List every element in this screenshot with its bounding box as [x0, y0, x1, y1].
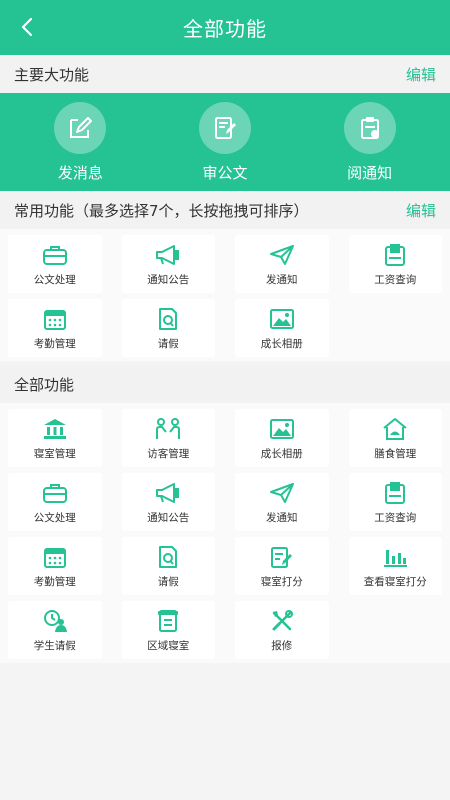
- main-item-label: 阅通知: [347, 163, 393, 182]
- main-section-header: 主要大功能 编辑: [0, 55, 450, 93]
- common-item-notice-board[interactable]: 通知公告: [121, 235, 215, 293]
- all-item-visitor-management[interactable]: 访客管理: [121, 409, 215, 467]
- item-label: 区域寝室: [147, 639, 190, 652]
- meal-house-icon: [383, 417, 407, 440]
- all-functions-grid-wrap: 寝室管理 访客管理 成长相册 膳食管理 公文处理 通知公告 发通知 工资查询 考…: [0, 403, 450, 663]
- send-message-circle: [54, 101, 107, 154]
- all-item-area-dorm[interactable]: 区域寝室: [121, 601, 215, 659]
- read-notice-icon: [360, 116, 379, 139]
- main-item-label: 审公文: [202, 163, 248, 182]
- repair-tools-icon: [272, 609, 293, 630]
- chevron-left-icon: [21, 17, 33, 37]
- leave-doc-icon: [159, 545, 178, 568]
- visitors-icon: [156, 417, 181, 439]
- item-label: 工资查询: [374, 511, 417, 524]
- top-bar: 全部功能: [0, 0, 450, 55]
- common-section-title: 常用功能（最多选择7个，长按拖拽可排序）: [14, 201, 309, 220]
- back-button[interactable]: [12, 12, 42, 42]
- item-label: 报修: [271, 639, 293, 652]
- student-clock-icon: [43, 609, 67, 632]
- all-item-student-leave[interactable]: 学生请假: [8, 601, 102, 659]
- common-item-salary-query[interactable]: 工资查询: [348, 235, 442, 293]
- item-label: 工资查询: [374, 273, 417, 286]
- item-label: 公文处理: [33, 273, 76, 286]
- item-label: 成长相册: [260, 337, 303, 350]
- common-item-doc-processing[interactable]: 公文处理: [8, 235, 102, 293]
- building-icon: [43, 418, 66, 439]
- all-item-notice-board[interactable]: 通知公告: [121, 473, 215, 531]
- main-item-review-doc[interactable]: 审公文: [170, 101, 280, 183]
- calendar-icon: [43, 309, 66, 330]
- item-label: 发通知: [266, 511, 298, 524]
- all-section-title: 全部功能: [14, 375, 75, 394]
- all-item-dorm-scoring[interactable]: 寝室打分: [235, 537, 329, 595]
- briefcase-icon: [42, 483, 67, 503]
- item-label: 访客管理: [147, 447, 190, 460]
- main-edit-button[interactable]: 编辑: [406, 64, 436, 85]
- edit-message-icon: [70, 116, 93, 138]
- briefcase-icon: [42, 245, 67, 265]
- all-item-view-dorm-scores[interactable]: 查看寝室打分: [348, 537, 442, 595]
- item-label: 成长相册: [260, 447, 303, 460]
- review-doc-icon: [214, 116, 236, 139]
- paper-plane-icon: [269, 482, 294, 503]
- paper-plane-icon: [269, 244, 294, 265]
- item-label: 考勤管理: [33, 575, 76, 588]
- payslip-icon: [385, 481, 406, 504]
- common-item-send-notice[interactable]: 发通知: [235, 235, 329, 293]
- item-label: 考勤管理: [33, 337, 76, 350]
- common-item-growth-album[interactable]: 成长相册: [235, 299, 329, 357]
- photo-album-icon: [269, 418, 294, 439]
- payslip-icon: [385, 243, 406, 266]
- all-section-header: 全部功能: [0, 365, 450, 403]
- item-label: 寝室管理: [33, 447, 76, 460]
- all-item-attendance[interactable]: 考勤管理: [8, 537, 102, 595]
- all-item-leave[interactable]: 请假: [121, 537, 215, 595]
- common-item-attendance[interactable]: 考勤管理: [8, 299, 102, 357]
- read-notice-circle: [343, 101, 396, 154]
- common-edit-button[interactable]: 编辑: [406, 200, 436, 221]
- all-item-meal-management[interactable]: 膳食管理: [348, 409, 442, 467]
- main-item-read-notice[interactable]: 阅通知: [315, 101, 425, 183]
- bar-chart-icon: [384, 549, 408, 567]
- item-label: 请假: [157, 575, 179, 588]
- common-functions-grid: 公文处理 通知公告 发通知 工资查询 考勤管理 请假 成长相册: [8, 235, 442, 357]
- item-label: 膳食管理: [374, 447, 417, 460]
- item-label: 寝室打分: [260, 575, 303, 588]
- all-item-salary-query[interactable]: 工资查询: [348, 473, 442, 531]
- score-pen-icon: [270, 546, 292, 568]
- common-functions-grid-wrap: 公文处理 通知公告 发通知 工资查询 考勤管理 请假 成长相册: [0, 229, 450, 361]
- leave-doc-icon: [159, 307, 178, 330]
- photo-album-icon: [269, 308, 294, 329]
- page-title: 全部功能: [183, 17, 267, 41]
- main-section-title: 主要大功能: [14, 65, 90, 84]
- all-functions-grid: 寝室管理 访客管理 成长相册 膳食管理 公文处理 通知公告 发通知 工资查询 考…: [8, 409, 442, 659]
- all-item-send-notice[interactable]: 发通知: [235, 473, 329, 531]
- calendar-icon: [43, 547, 66, 568]
- scroll-doc-icon: [158, 609, 179, 632]
- common-item-leave[interactable]: 请假: [121, 299, 215, 357]
- all-item-dorm-management[interactable]: 寝室管理: [8, 409, 102, 467]
- all-item-repair[interactable]: 报修: [235, 601, 329, 659]
- review-doc-circle: [198, 101, 251, 154]
- megaphone-icon: [156, 244, 180, 265]
- common-section-header: 常用功能（最多选择7个，长按拖拽可排序） 编辑: [0, 191, 450, 229]
- item-label: 通知公告: [147, 511, 190, 524]
- all-item-growth-album[interactable]: 成长相册: [235, 409, 329, 467]
- item-label: 通知公告: [147, 273, 190, 286]
- item-label: 发通知: [266, 273, 298, 286]
- megaphone-icon: [156, 482, 180, 503]
- main-item-send-message[interactable]: 发消息: [25, 101, 135, 183]
- main-item-label: 发消息: [57, 163, 103, 182]
- all-item-doc-processing[interactable]: 公文处理: [8, 473, 102, 531]
- item-label: 公文处理: [33, 511, 76, 524]
- item-label: 请假: [157, 337, 179, 350]
- item-label: 查看寝室打分: [363, 575, 427, 588]
- main-functions-band: 发消息 审公文 阅通知: [0, 93, 450, 191]
- item-label: 学生请假: [33, 639, 76, 652]
